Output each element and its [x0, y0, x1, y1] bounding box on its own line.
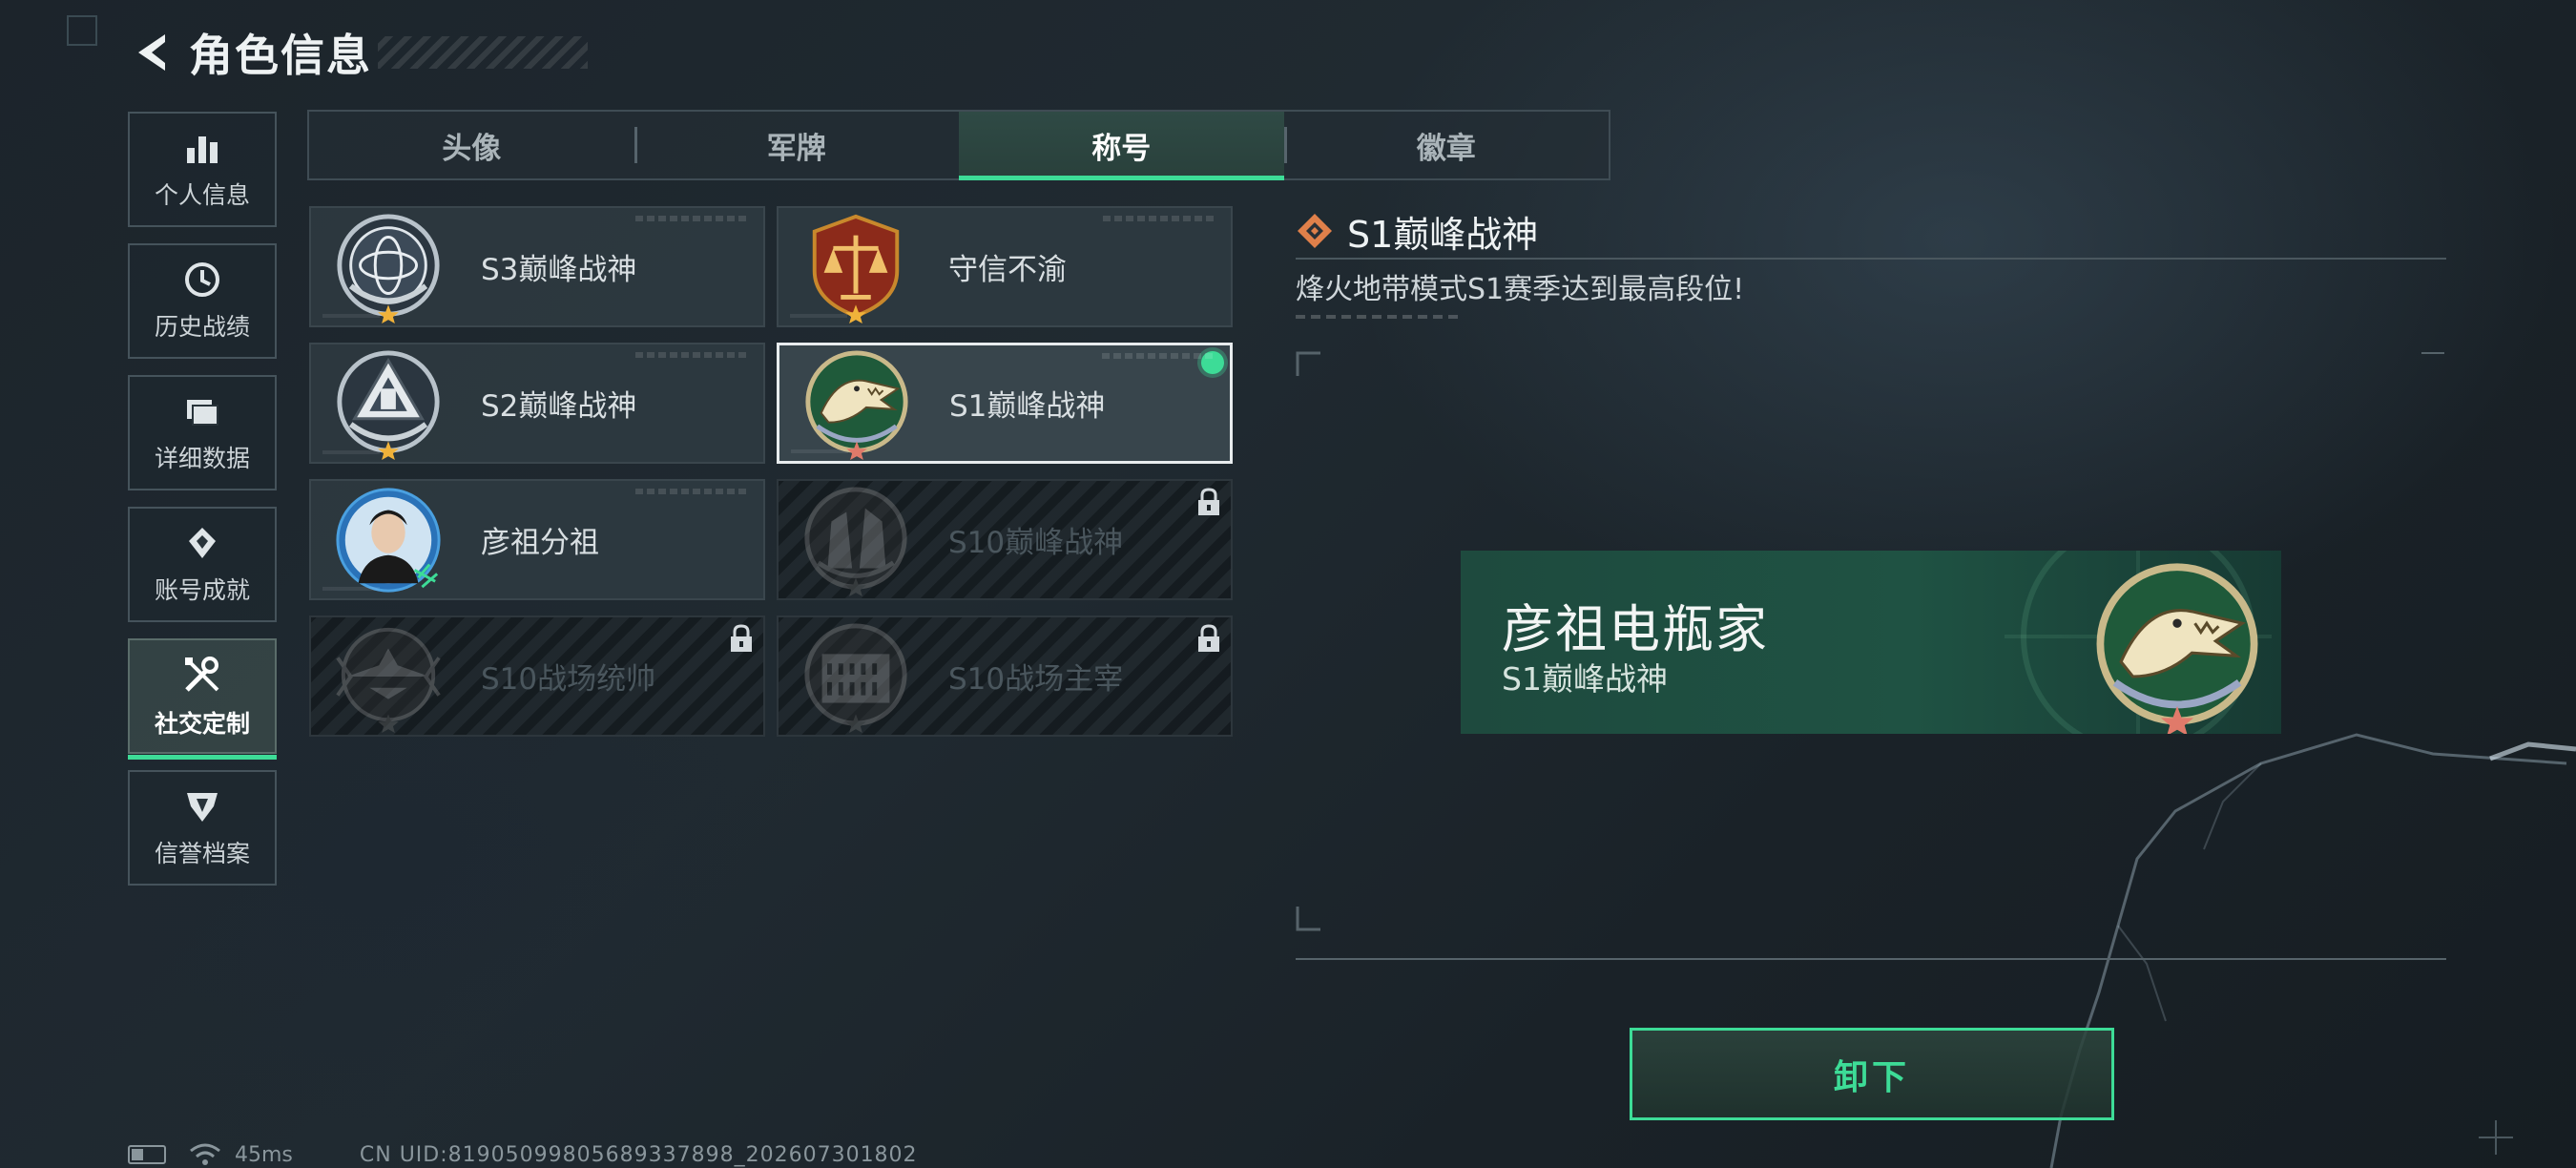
crocodile-medal-icon [805, 349, 908, 460]
title-name: S10战场主宰 [948, 662, 1124, 697]
card-decoration [1103, 216, 1217, 221]
sidebar-item-label: 历史战绩 [154, 312, 250, 341]
title-card-locked[interactable]: S10巅峰战神 [777, 479, 1233, 600]
title-card-locked[interactable]: S10战场主宰 [777, 615, 1233, 737]
title-card-locked[interactable]: S10战场统帅 [309, 615, 765, 737]
detail-header: S1巅峰战神 [1296, 204, 2446, 260]
ping-value: 45ms [235, 1142, 293, 1167]
title-decoration [378, 36, 588, 69]
sidebar-item-achievements[interactable]: 账号成就 [128, 507, 277, 622]
title-name: S3巅峰战神 [481, 253, 637, 287]
sidebar-item-label: 个人信息 [154, 180, 250, 209]
card-decoration [635, 352, 750, 358]
detail-title: S1巅峰战神 [1347, 213, 1539, 256]
tab-dog-tag[interactable]: 军牌 [634, 112, 960, 178]
wifi-icon [190, 1143, 220, 1165]
card-decoration [635, 216, 750, 221]
folder-icon [187, 399, 218, 426]
sidebar-item-social-custom[interactable]: 社交定制 [128, 638, 277, 760]
clock-icon [185, 261, 219, 297]
card-decoration [791, 449, 848, 453]
battery-icon [128, 1145, 166, 1164]
lock-icon [1198, 624, 1219, 652]
tab-title[interactable]: 称号 [959, 112, 1284, 180]
crocodile-medal-icon [2096, 563, 2258, 734]
card-decoration [1102, 353, 1216, 359]
title-name: S1巅峰战神 [949, 389, 1106, 424]
globe-medal-icon [337, 213, 440, 323]
sidebar-item-label: 详细数据 [154, 444, 250, 472]
sidebar-item-label: 社交定制 [154, 709, 250, 738]
unequip-button[interactable]: 卸下 [1630, 1028, 2114, 1120]
building-medal-icon [804, 486, 907, 596]
title-card[interactable]: S3巅峰战神 [309, 206, 765, 327]
achievement-icon [189, 527, 216, 558]
sidebar-item-label: 信誉档案 [154, 839, 250, 867]
title-name: S10战场统帅 [481, 662, 656, 697]
player-title: S1巅峰战神 [1502, 660, 1668, 698]
credit-shield-icon [187, 792, 218, 822]
lock-icon [1198, 488, 1219, 515]
card-decoration [322, 587, 380, 591]
title-card[interactable]: S2巅峰战神 [309, 343, 765, 464]
corner-plus-icon [2479, 1120, 2513, 1155]
category-tabs: 头像 军牌 称号 徽章 [307, 110, 1610, 180]
aircraft-medal-icon [336, 627, 441, 733]
description-decoration [1296, 315, 1458, 319]
title-grid: S3巅峰战神 守信不渝 S2巅峰战神 S1巅峰战神 彦祖分祖 S10巅峰战神 S… [309, 206, 1233, 737]
portrait-medal-icon [336, 487, 441, 593]
sidebar-item-label: 账号成就 [154, 575, 250, 604]
title-name: S2巅峰战神 [481, 389, 637, 424]
user-uid: CN UID:8190509980568933789​8_20260730180… [359, 1142, 918, 1167]
title-name: 彦祖分祖 [481, 526, 599, 560]
sidebar: 个人信息 历史战绩 详细数据 账号成就 社交定制 信誉档案 [128, 112, 277, 902]
unequip-button-label: 卸下 [1833, 1057, 1910, 1097]
sidebar-item-history[interactable]: 历史战绩 [128, 243, 277, 359]
colosseum-medal-icon [804, 622, 907, 733]
back-arrow-icon [138, 34, 165, 71]
sidebar-item-credit-record[interactable]: 信誉档案 [128, 770, 277, 886]
nameplate-preview: 彦祖电瓶家 S1巅峰战神 [1461, 551, 2281, 734]
page-title: 角色信息 [189, 30, 372, 81]
diamond-rank-icon [1298, 214, 1332, 248]
card-decoration [322, 314, 380, 318]
sidebar-item-detailed-data[interactable]: 详细数据 [128, 375, 277, 490]
title-card[interactable]: 守信不渝 [777, 206, 1233, 327]
sidebar-item-personal-info[interactable]: 个人信息 [128, 112, 277, 227]
back-button[interactable] [124, 24, 181, 81]
tab-badge[interactable]: 徽章 [1283, 112, 1610, 178]
card-decoration [790, 314, 847, 318]
title-name: 守信不渝 [948, 253, 1067, 287]
page-header: 角色信息 [124, 21, 588, 84]
bar-chart-icon [187, 136, 218, 163]
title-name: S10巅峰战神 [948, 526, 1124, 560]
title-card-selected[interactable]: S1巅峰战神 [777, 343, 1233, 464]
title-card[interactable]: 彦祖分祖 [309, 479, 765, 600]
detail-description: 烽火地带模式S1赛季达到最高段位! [1296, 273, 1745, 306]
status-bar: 45ms CN UID:8190509980568933789​8_202607… [128, 1141, 918, 1168]
card-decoration [635, 489, 750, 494]
card-decoration [322, 450, 380, 454]
tools-icon [185, 656, 219, 692]
corner-marker [67, 15, 97, 46]
scales-medal-icon [812, 214, 900, 323]
tab-avatar[interactable]: 头像 [309, 112, 634, 178]
tower-medal-icon [337, 349, 440, 460]
lock-icon [731, 624, 752, 652]
player-name: 彦祖电瓶家 [1502, 599, 1769, 659]
preview-baseline [1296, 958, 2446, 960]
